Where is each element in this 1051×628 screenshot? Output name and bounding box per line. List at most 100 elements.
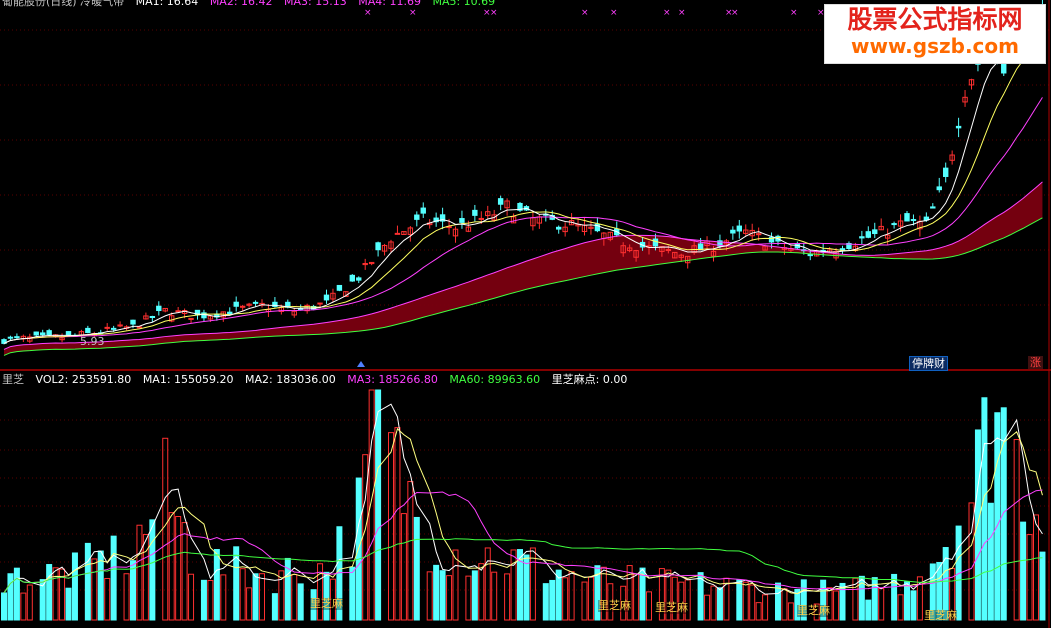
volume-bar [433, 564, 440, 621]
volume-bar [1000, 407, 1007, 621]
signal-x-mark: × [490, 8, 498, 18]
volume-bar [7, 573, 14, 621]
candle-body [14, 336, 20, 339]
candle-body [556, 226, 562, 230]
price-low-label: 5.93 [80, 335, 105, 348]
volume-bar [904, 581, 910, 621]
chart-title: 葡能股份(日线) 冷暖气带 [2, 0, 125, 8]
volume-bar [233, 546, 240, 621]
candle-body [478, 217, 485, 220]
candle-body [910, 219, 917, 222]
volume-bar [46, 564, 53, 621]
candle-body [414, 214, 420, 220]
candle-body [472, 209, 478, 216]
candle-body [175, 310, 181, 313]
candle-body [317, 302, 323, 305]
point-label: 里芝麻点: 0.00 [551, 373, 628, 386]
volume-bar [297, 583, 304, 621]
volume-bar [484, 547, 491, 621]
volume-bar [104, 577, 111, 621]
candle-body [336, 284, 343, 291]
ma3-label: MA3: 15.13 [284, 0, 347, 8]
volume-bar [1026, 534, 1033, 621]
volume-bar [833, 590, 840, 621]
vol-ma1-line [3, 403, 1043, 595]
volume-bar [465, 575, 472, 621]
ma2-label: MA2: 16.42 [209, 0, 273, 8]
signal-label: 里芝麻 [924, 609, 957, 622]
volume-bar [581, 581, 588, 621]
volume-bar [110, 535, 117, 621]
candle-body [46, 330, 52, 336]
signal-x-mark: × [581, 8, 589, 18]
volume-bar [375, 389, 382, 621]
watermark-url: www.gszb.com [851, 34, 1019, 58]
candle-body [227, 311, 233, 315]
volume-bar [149, 519, 156, 621]
candle-body [85, 327, 91, 334]
candle-body [891, 223, 897, 226]
up-tag[interactable]: 涨 [1028, 356, 1043, 369]
volume-bar [600, 566, 607, 621]
candle-body [298, 308, 304, 311]
watermark-title: 股票公式指标网 [847, 5, 1023, 34]
volume-bar [426, 571, 433, 621]
volume-bar [839, 582, 846, 621]
vol-ma2-line [3, 427, 1043, 595]
candle-body [188, 317, 194, 320]
volume-bar [123, 573, 130, 621]
signal-label: 里芝麻 [598, 599, 631, 612]
candle-body [149, 316, 156, 319]
volume-bar [91, 558, 98, 621]
candle-body [40, 332, 46, 336]
volume-bar [646, 591, 652, 621]
volume-bar [1, 592, 7, 621]
signal-label: 里芝麻 [310, 597, 343, 610]
volume-bar [562, 577, 569, 621]
volume-bar [162, 437, 169, 621]
volume-bar [736, 579, 743, 621]
volume-bar [491, 571, 498, 621]
volume-legend: 里芝 VOL2: 253591.80 MA1: 155059.20 MA2: 1… [2, 373, 635, 386]
candle-body [872, 229, 878, 235]
volume-bar [175, 516, 182, 621]
volume-bar [787, 602, 794, 621]
signal-label: 里芝麻 [797, 604, 830, 617]
volume-bar [394, 427, 401, 621]
candle-body [865, 231, 871, 238]
signal-x-mark: × [409, 8, 417, 18]
candle-body [323, 294, 330, 301]
volume-bar [13, 567, 20, 621]
signal-x-mark: × [790, 8, 798, 18]
volume-bar [213, 549, 220, 621]
volume-bar [181, 522, 188, 621]
candle-body [33, 331, 39, 336]
vol-ma3-line [3, 489, 1043, 594]
vol-ma60-label: MA60: 89963.60 [449, 373, 541, 386]
candle-body [497, 198, 504, 205]
volume-bar [710, 585, 717, 621]
volume-bar [207, 579, 214, 621]
volume-bar [239, 568, 246, 621]
candle-body [394, 232, 401, 235]
candle-body [652, 238, 659, 247]
candle-body [1001, 63, 1007, 74]
ma1-label: MA1: 16.64 [135, 0, 199, 8]
volume-bar [478, 563, 485, 621]
candle-body [110, 327, 117, 330]
volume-bar [542, 583, 549, 621]
candle-body [930, 206, 936, 209]
stop-tag[interactable]: 停牌财 [909, 356, 948, 371]
volume-bar [388, 432, 394, 621]
volume-bar [368, 389, 375, 621]
candle-body [943, 167, 949, 177]
volume-bar [523, 554, 530, 621]
volume-bar [897, 594, 904, 621]
ma2-line [3, 40, 1043, 344]
volume-bar [716, 587, 723, 621]
volume-bar [71, 552, 78, 621]
vol-ma2-label: MA2: 183036.00 [245, 373, 336, 386]
volume-bar [52, 567, 59, 621]
volume-bar [1013, 439, 1020, 621]
volume-bar [136, 524, 143, 621]
